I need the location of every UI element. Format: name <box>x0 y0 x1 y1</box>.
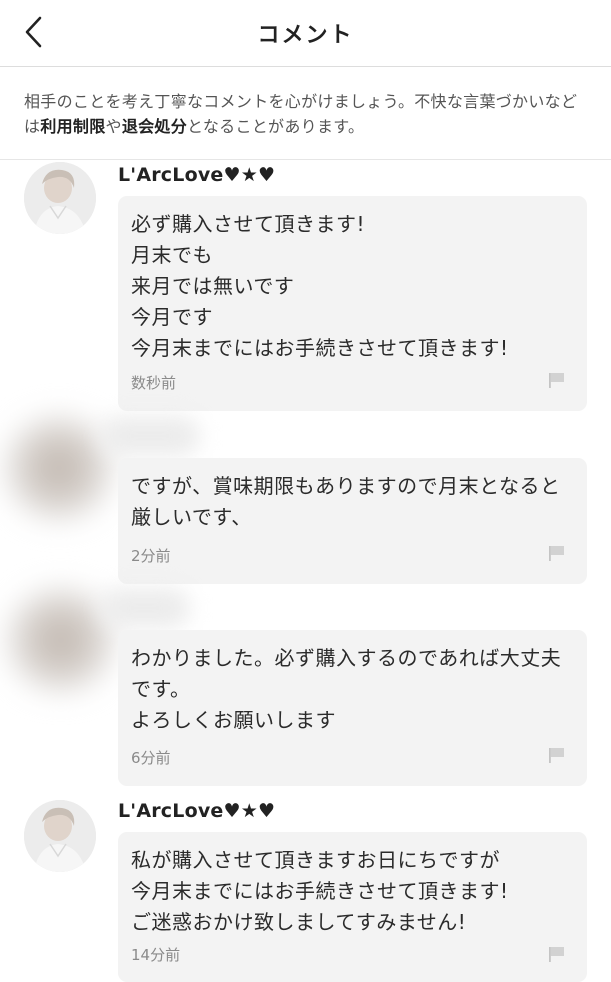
usage-restriction-text: 利用制限 <box>40 117 106 136</box>
flag-icon <box>549 546 564 561</box>
avatar[interactable] <box>24 800 96 872</box>
timestamp: 2分前 <box>131 547 171 565</box>
flag-icon <box>549 748 564 763</box>
report-button[interactable] <box>547 543 567 563</box>
notice-text-part: となることがあります。 <box>187 117 365 136</box>
timestamp: 6分前 <box>131 749 171 767</box>
flag-icon <box>549 947 564 962</box>
timestamp: 14分前 <box>131 946 181 964</box>
user-photo-icon <box>24 162 96 234</box>
timestamp: 数秒前 <box>131 374 177 392</box>
report-button[interactable] <box>547 745 567 765</box>
comment-text: 私が購入させて頂きますお日にちですが 今月末までにはお手続きさせて頂きます! ご… <box>131 848 509 934</box>
username: L'ArcLove♥★♥ <box>118 800 276 822</box>
comment-item: L'ArcLove♥★♥ 必ず購入させて頂きます! 月末でも 来月では無いです … <box>0 160 611 412</box>
comment-text: ですが、賞味期限もありますので月末となると厳しいです、 <box>131 474 561 529</box>
comment-item: わかりました。必ず購入するのであれば大丈夫です。 よろしくお願いします 6分前 <box>0 588 611 788</box>
comment-bubble: 必ず購入させて頂きます! 月末でも 来月では無いです 今月です 今月末までにはお… <box>118 196 587 411</box>
blurred-username <box>100 416 200 456</box>
notice-text-part: や <box>105 117 122 136</box>
avatar[interactable] <box>24 162 96 234</box>
blurred-avatar[interactable] <box>4 416 114 520</box>
comment-bubble: ですが、賞味期限もありますので月末となると厳しいです、 2分前 <box>118 458 587 584</box>
report-button[interactable] <box>547 370 567 390</box>
comment-item: ですが、賞味期限もありますので月末となると厳しいです、 2分前 <box>0 412 611 588</box>
username: L'ArcLove♥★♥ <box>118 164 276 186</box>
comment-text: 必ず購入させて頂きます! 月末でも 来月では無いです 今月です 今月末までにはお… <box>131 212 509 360</box>
comment-guideline-notice: 相手のことを考え丁寧なコメントを心がけましょう。不快な言葉づかいなどは利用制限や… <box>0 67 611 160</box>
account-deletion-text: 退会処分 <box>121 117 188 136</box>
comment-bubble: わかりました。必ず購入するのであれば大丈夫です。 よろしくお願いします 6分前 <box>118 630 587 786</box>
comment-item: L'ArcLove♥★♥ 私が購入させて頂きますお日にちですが 今月末までにはお… <box>0 796 611 982</box>
comment-text: わかりました。必ず購入するのであれば大丈夫です。 よろしくお願いします <box>131 646 562 732</box>
blurred-username <box>100 588 190 628</box>
report-button[interactable] <box>547 944 567 964</box>
top-bar: コメント <box>0 0 611 67</box>
user-photo-icon <box>24 800 96 872</box>
flag-icon <box>549 373 564 388</box>
page-title: コメント <box>257 23 354 48</box>
notice-text: 相手のことを考え丁寧なコメントを心がけましょう。不快な言葉づかいなどは利用制限や… <box>24 89 590 139</box>
